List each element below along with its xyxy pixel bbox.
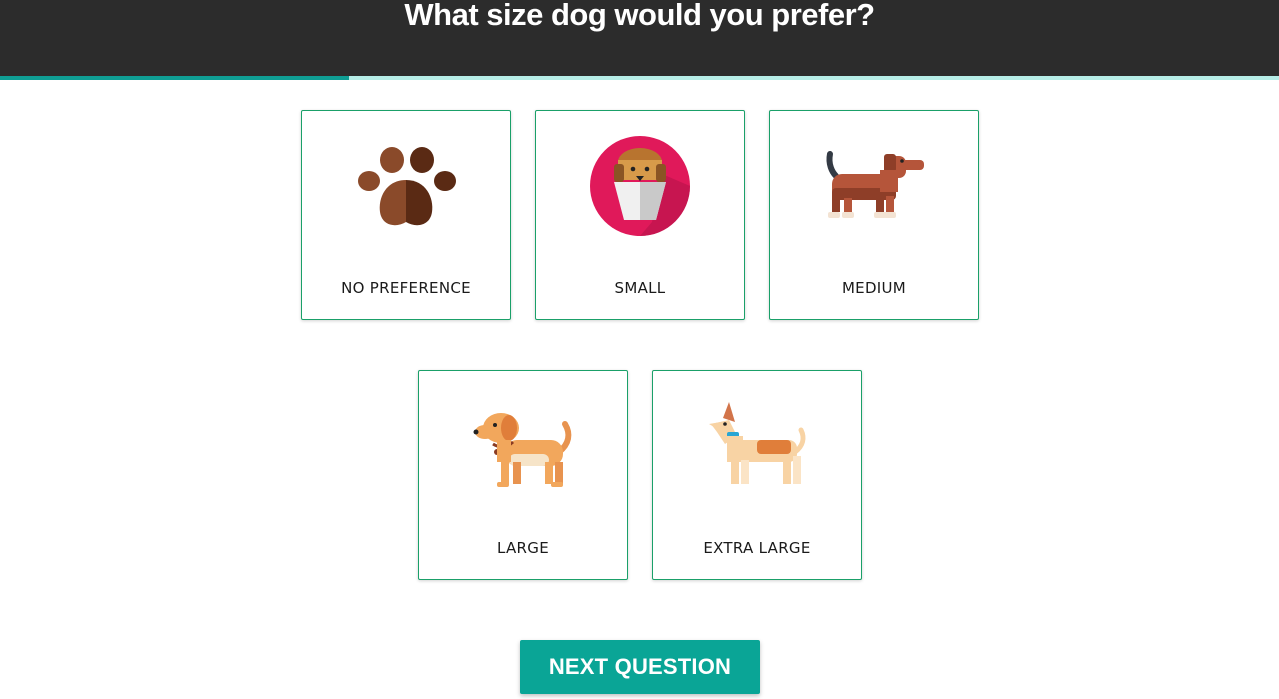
page-title: What size dog would you prefer? bbox=[404, 0, 875, 32]
option-label: SMALL bbox=[614, 279, 666, 297]
medium-dog-icon bbox=[824, 136, 924, 236]
option-label: LARGE bbox=[497, 539, 549, 557]
option-card-large[interactable]: LARGE bbox=[418, 370, 628, 580]
option-label: NO PREFERENCE bbox=[341, 279, 471, 297]
option-label: EXTRA LARGE bbox=[703, 539, 811, 557]
progress-bar bbox=[0, 76, 1279, 80]
header-bar: What size dog would you prefer? bbox=[0, 0, 1279, 76]
large-dog-icon bbox=[473, 396, 573, 496]
paw-icon bbox=[356, 136, 456, 236]
option-card-extra-large[interactable]: EXTRA LARGE bbox=[652, 370, 862, 580]
extra-large-dog-icon bbox=[707, 396, 807, 496]
next-question-button[interactable]: NEXT QUESTION bbox=[520, 640, 760, 694]
option-card-no-preference[interactable]: NO PREFERENCE bbox=[301, 110, 511, 320]
option-card-medium[interactable]: MEDIUM bbox=[769, 110, 979, 320]
option-card-small[interactable]: SMALL bbox=[535, 110, 745, 320]
small-dog-icon bbox=[590, 136, 690, 236]
progress-bar-fill bbox=[0, 76, 350, 80]
option-label: MEDIUM bbox=[841, 279, 907, 297]
